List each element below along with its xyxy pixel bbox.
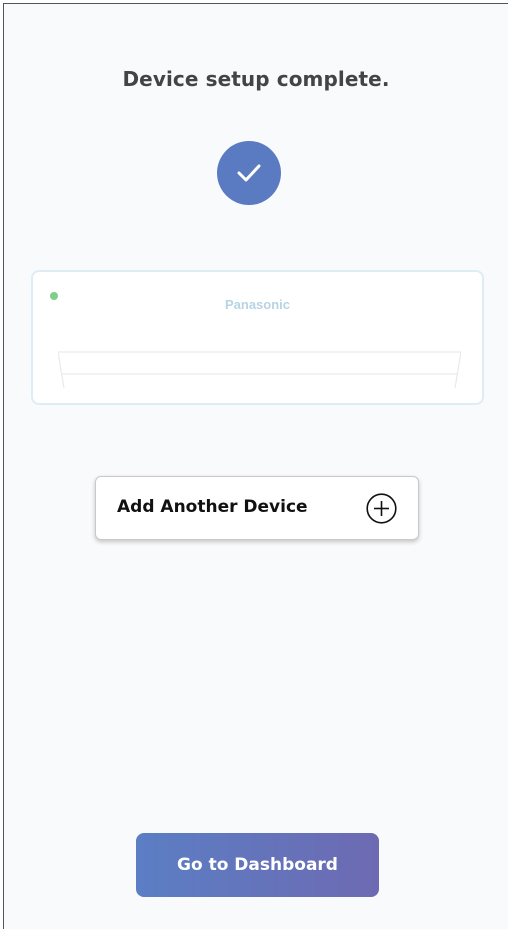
- setup-complete-screen: Device setup complete. Panasonic Add Ano…: [3, 3, 508, 929]
- page-title: Device setup complete.: [122, 67, 390, 91]
- plus-circle-icon: [366, 493, 397, 524]
- air-vent-icon: [58, 351, 461, 389]
- add-another-device-button[interactable]: Add Another Device: [95, 476, 419, 540]
- dashboard-button-label: Go to Dashboard: [177, 855, 338, 875]
- device-brand-logo: Panasonic: [224, 297, 291, 312]
- add-device-label: Add Another Device: [117, 497, 308, 517]
- go-to-dashboard-button[interactable]: Go to Dashboard: [136, 833, 379, 897]
- success-check-icon: [217, 141, 281, 205]
- checkmark-icon: [237, 164, 261, 182]
- air-conditioner-card: Panasonic: [31, 270, 484, 405]
